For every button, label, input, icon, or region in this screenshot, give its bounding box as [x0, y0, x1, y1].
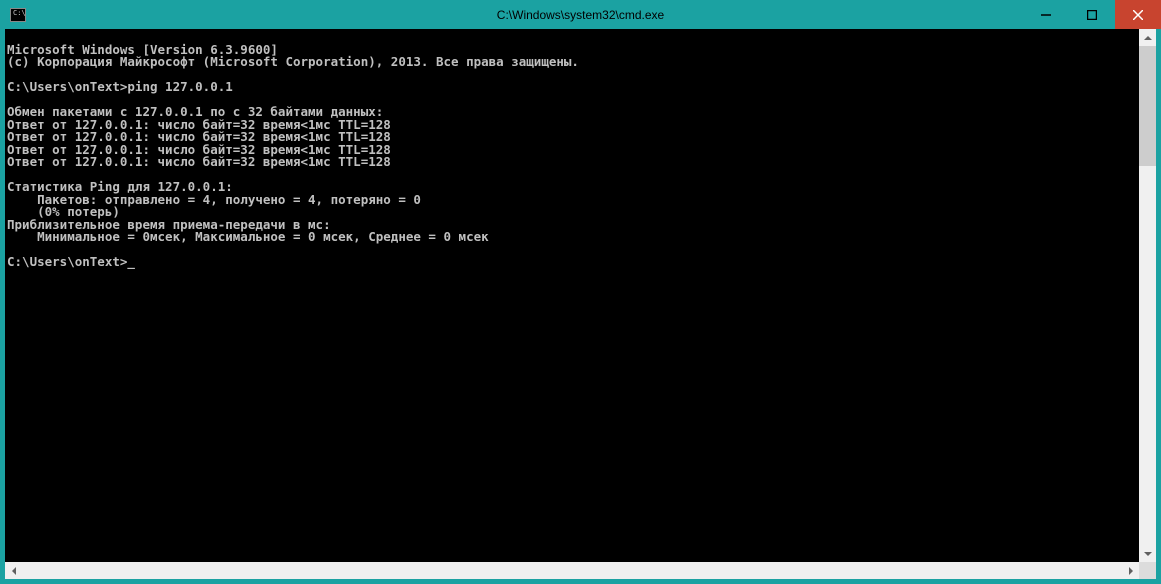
chevron-down-icon — [1144, 552, 1152, 556]
vertical-scroll-track[interactable] — [1139, 46, 1156, 545]
maximize-button[interactable] — [1069, 0, 1115, 29]
vertical-scrollbar[interactable] — [1139, 29, 1156, 562]
titlebar[interactable]: C:\ C:\Windows\system32\cmd.exe — [0, 0, 1161, 29]
scroll-corner — [1139, 562, 1156, 579]
horizontal-scroll-track[interactable] — [22, 562, 1122, 579]
horizontal-scroll-thumb[interactable] — [22, 562, 1122, 579]
minimize-icon — [1041, 10, 1051, 20]
vertical-scroll-thumb[interactable] — [1139, 46, 1156, 166]
horizontal-scrollbar[interactable] — [5, 562, 1139, 579]
scroll-right-button[interactable] — [1122, 562, 1139, 579]
close-button[interactable] — [1115, 0, 1161, 29]
chevron-up-icon — [1144, 36, 1152, 40]
minimize-button[interactable] — [1023, 0, 1069, 29]
console-output[interactable]: Microsoft Windows [Version 6.3.9600] (c)… — [5, 42, 1156, 567]
window-controls — [1023, 0, 1161, 29]
maximize-icon — [1087, 10, 1097, 20]
chevron-right-icon — [1129, 567, 1133, 575]
scroll-down-button[interactable] — [1139, 545, 1156, 562]
app-icon[interactable]: C:\ — [10, 8, 26, 22]
console-area: Microsoft Windows [Version 6.3.9600] (c)… — [5, 29, 1156, 579]
window-title: C:\Windows\system32\cmd.exe — [0, 8, 1161, 22]
scroll-up-button[interactable] — [1139, 29, 1156, 46]
close-icon — [1133, 10, 1143, 20]
chevron-left-icon — [12, 567, 16, 575]
scroll-left-button[interactable] — [5, 562, 22, 579]
